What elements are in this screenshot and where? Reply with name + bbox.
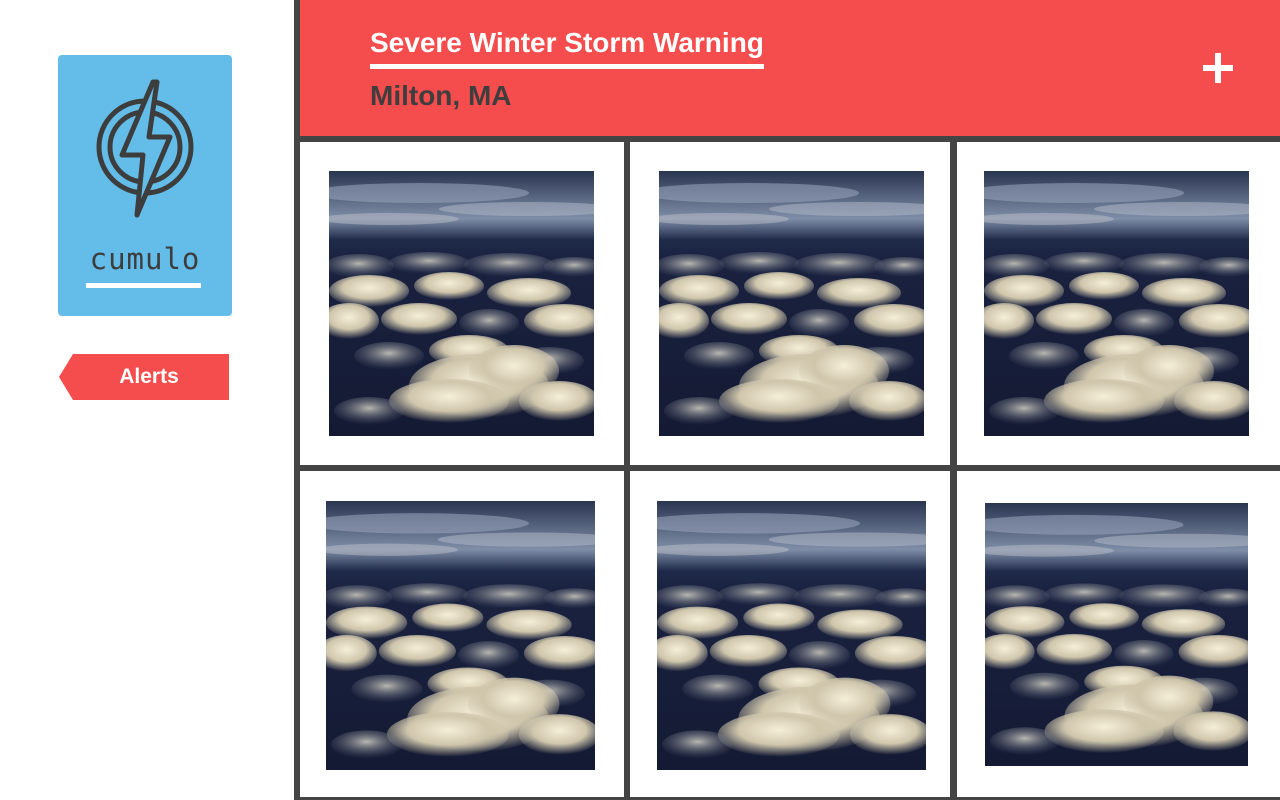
gallery-tile[interactable] — [300, 471, 624, 797]
gallery-tile[interactable] — [957, 142, 1280, 465]
clouds-photo — [657, 501, 926, 770]
clouds-photo — [659, 171, 924, 436]
app-logo[interactable]: cumulo — [58, 55, 232, 316]
nav-tab-alerts[interactable]: Alerts — [59, 354, 229, 400]
alert-title-link[interactable]: Severe Winter Storm Warning — [370, 26, 764, 69]
clouds-photo — [985, 503, 1248, 766]
plus-icon[interactable] — [1198, 48, 1238, 88]
app-name: cumulo — [89, 242, 201, 276]
lightning-circle-icon — [96, 79, 194, 218]
main-panel: Severe Winter Storm Warning Milton, MA — [294, 0, 1280, 800]
clouds-photo — [984, 171, 1249, 436]
app-name-underline — [86, 283, 201, 288]
nav-tab-alerts-label: Alerts — [119, 365, 179, 388]
gallery-tile[interactable] — [630, 471, 950, 797]
alert-location: Milton, MA — [370, 80, 512, 111]
clouds-photo — [329, 171, 594, 436]
clouds-photo — [326, 501, 595, 770]
gallery-tile[interactable] — [957, 471, 1280, 797]
alert-banner: Severe Winter Storm Warning Milton, MA — [300, 0, 1280, 136]
gallery-tile[interactable] — [300, 142, 624, 465]
app-window: cumulo Alerts Severe Winter Storm Warnin… — [0, 0, 1280, 800]
sidebar: cumulo Alerts — [0, 0, 294, 800]
gallery-tile[interactable] — [630, 142, 950, 465]
